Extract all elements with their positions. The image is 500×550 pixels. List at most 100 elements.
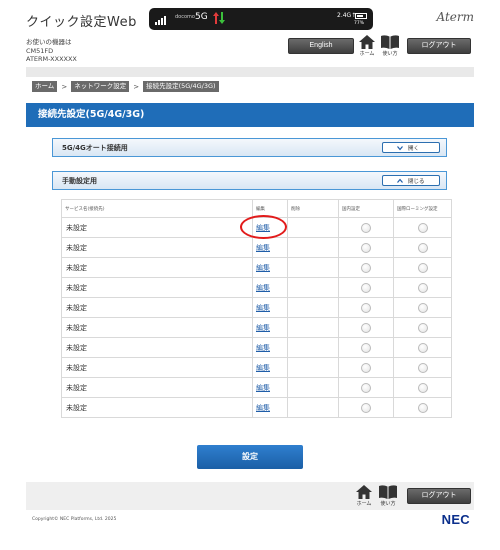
roaming-cell [393,257,452,278]
service-name: 未設定 [61,217,253,238]
edit-cell: 編集 [252,317,288,338]
domestic-cell [338,277,394,298]
roaming-radio[interactable] [417,342,428,353]
edit-link[interactable]: 編集 [256,364,270,372]
expand-label: 開く [408,146,420,152]
domestic-radio[interactable] [361,242,371,253]
roaming-cell [393,317,452,338]
roaming-cell [393,377,452,398]
roaming-radio[interactable] [417,262,428,273]
domestic-radio[interactable] [361,262,371,273]
breadcrumb-separator: > [133,82,140,91]
service-name: 未設定 [61,337,253,358]
domestic-radio[interactable] [361,302,371,313]
manual-link[interactable]: 使い方 [379,35,401,57]
roaming-cell [393,297,452,318]
home-icon [356,485,372,499]
edit-cell: 編集 [252,357,288,378]
breadcrumb-home[interactable]: ホーム [32,81,58,92]
roaming-radio[interactable] [417,282,428,293]
breadcrumb-network-settings[interactable]: ネットワーク設定 [71,81,130,92]
table-row: 未設定 編集 [61,357,452,378]
device-info: お使いの機器は CM51FD ATERM-XXXXXX [26,38,77,64]
roaming-radio[interactable] [417,242,428,253]
service-name: 未設定 [61,397,253,418]
breadcrumb-separator: > [61,82,68,91]
breadcrumb: ホーム > ネットワーク設定 > 接続先設定(5G/4G/3G) [32,81,219,92]
edit-cell: 編集 [252,297,288,318]
domestic-radio[interactable] [361,322,371,333]
table-row: 未設定 編集 [61,297,452,318]
domestic-cell [338,397,394,418]
service-name: 未設定 [61,357,253,378]
table-row: 未設定 編集 [61,257,452,278]
footer-home-label: ホーム [356,501,372,507]
roaming-radio[interactable] [417,362,428,373]
book-icon [381,35,399,49]
edit-cell: 編集 [252,397,288,418]
edit-cell: 編集 [252,337,288,358]
footer-home-link[interactable]: ホーム [353,485,375,507]
brand-logo: Aterm [436,10,475,24]
domestic-radio[interactable] [361,342,371,353]
home-link[interactable]: ホーム [356,35,378,57]
edit-link[interactable]: 編集 [256,404,270,412]
table-row: 未設定 編集 [61,337,452,358]
device-label: お使いの機器は [26,38,72,46]
domestic-cell [338,357,394,378]
table-row: 未設定 編集 [61,377,452,398]
service-name: 未設定 [61,377,253,398]
delete-cell [287,217,339,238]
section-auto-title: 5G/4Gオート接続用 [62,144,128,152]
column-header-roaming: 国際ローミング設定 [393,199,452,218]
domestic-cell [338,317,394,338]
section-auto-connect[interactable]: 5G/4Gオート接続用 開く [52,138,447,157]
delete-cell [287,377,339,398]
roaming-radio[interactable] [417,302,428,313]
roaming-radio[interactable] [417,382,428,393]
domestic-radio[interactable] [361,382,371,393]
roaming-radio[interactable] [417,402,428,413]
section-manual-settings[interactable]: 手動設定用 閉じる [52,171,447,190]
submit-button[interactable]: 設定 [197,445,303,469]
column-header-domestic: 国内設定 [338,199,394,218]
network-type: 5G [195,12,208,22]
device-id: ATERM-XXXXXX [26,55,77,63]
service-name: 未設定 [61,257,253,278]
delete-cell [287,337,339,358]
delete-cell [287,277,339,298]
edit-link[interactable]: 編集 [256,324,270,332]
table-row: 未設定 編集 [61,277,452,298]
domestic-radio[interactable] [361,282,371,293]
delete-cell [287,257,339,278]
expand-button[interactable]: 開く [382,142,440,153]
domestic-radio[interactable] [361,222,371,233]
service-name: 未設定 [61,317,253,338]
highlight-annotation [240,215,287,239]
domestic-radio[interactable] [361,402,371,413]
speed-indicator: 2.4G↑ [337,12,357,19]
edit-link[interactable]: 編集 [256,244,270,252]
chevron-down-icon [397,146,403,151]
edit-link[interactable]: 編集 [256,264,270,272]
logout-button[interactable]: ログアウト [407,38,471,54]
footer-logout-button[interactable]: ログアウト [407,488,471,504]
roaming-radio[interactable] [417,222,428,233]
footer-manual-link[interactable]: 使い方 [377,485,399,507]
roaming-radio[interactable] [417,322,428,333]
collapse-button[interactable]: 閉じる [382,175,440,186]
breadcrumb-current: 接続先設定(5G/4G/3G) [143,81,219,92]
edit-link[interactable]: 編集 [256,284,270,292]
edit-link[interactable]: 編集 [256,344,270,352]
domestic-radio[interactable] [361,362,371,373]
nec-logo: NEC [441,512,470,527]
device-status-bar: docomo 5G 2.4G↑ 77% [149,8,373,30]
edit-link[interactable]: 編集 [256,304,270,312]
english-button[interactable]: English [288,38,354,54]
delete-cell [287,357,339,378]
domestic-cell [338,257,394,278]
domestic-cell [338,337,394,358]
edit-link[interactable]: 編集 [256,384,270,392]
home-label: ホーム [359,51,375,57]
chevron-up-icon [397,178,403,183]
